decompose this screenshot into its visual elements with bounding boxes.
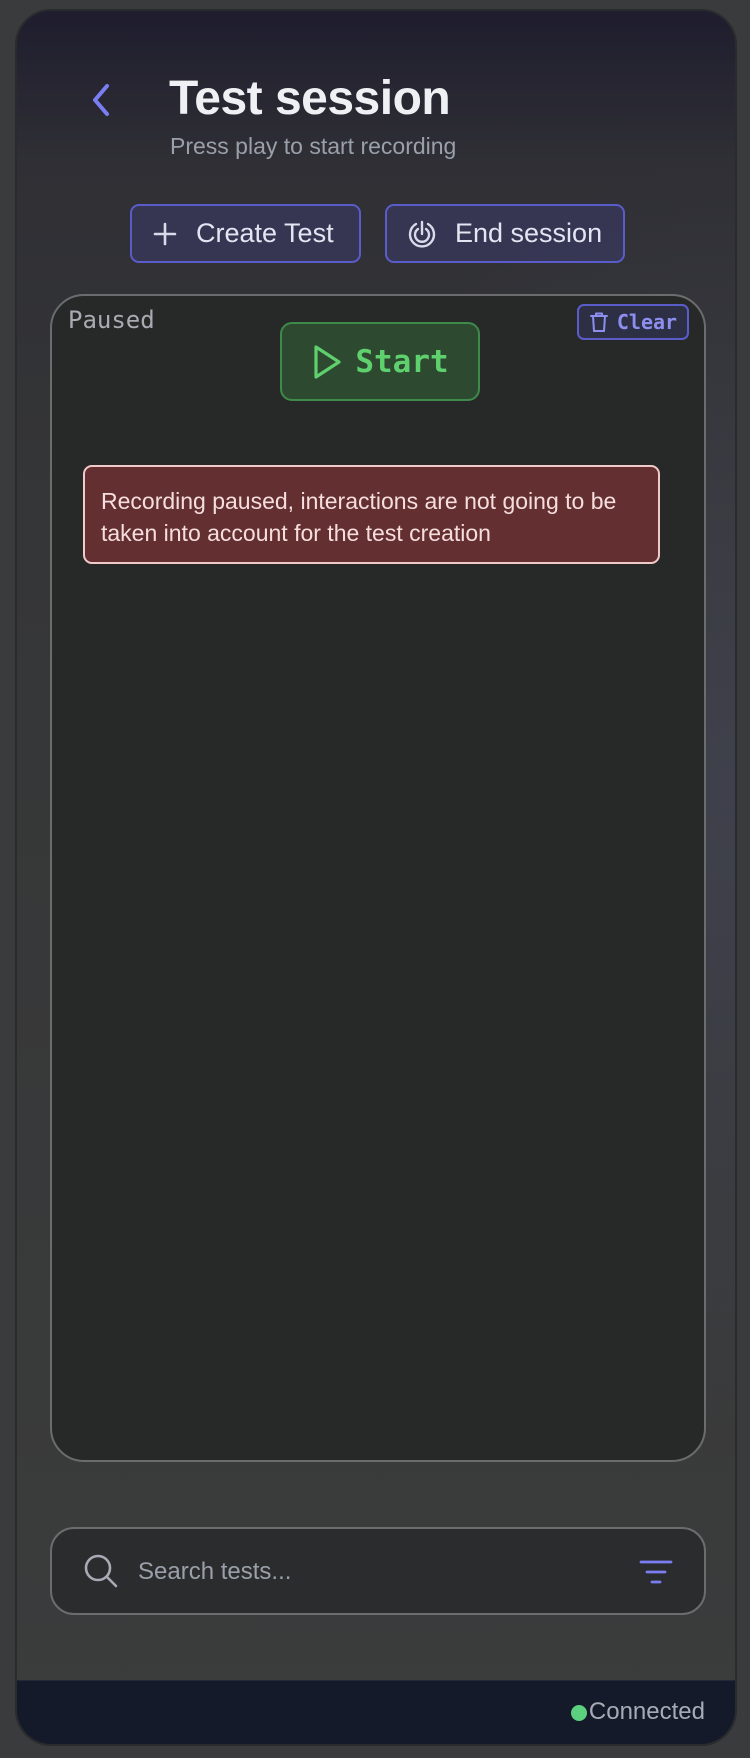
- chevron-left-icon: [93, 84, 109, 116]
- end-session-icon: [408, 220, 436, 248]
- search-icon: [84, 1554, 118, 1588]
- start-label: Start: [355, 343, 449, 380]
- clear-label: Clear: [616, 310, 678, 334]
- recording-area: Paused Clear Start Recording paused, int…: [50, 294, 706, 1462]
- clear-button[interactable]: Clear: [577, 304, 689, 340]
- paused-warning: Recording paused, interactions are not g…: [83, 465, 660, 564]
- search-bar: [50, 1527, 706, 1615]
- filter-icon: [639, 1560, 673, 1584]
- back-button[interactable]: [81, 73, 121, 127]
- search-input[interactable]: [138, 1549, 608, 1595]
- connection-indicator: [571, 1705, 587, 1721]
- start-button[interactable]: Start: [280, 322, 480, 401]
- status-bar: Connected: [17, 1680, 735, 1744]
- end-session-label: End session: [455, 218, 603, 248]
- filter-button[interactable]: [636, 1553, 676, 1591]
- recording-status: Paused: [68, 306, 155, 334]
- trash-icon: [589, 312, 608, 332]
- end-session-button[interactable]: End session: [385, 204, 625, 263]
- page-title: Test session: [169, 72, 451, 125]
- connection-status: Connected: [588, 1698, 705, 1725]
- test-session-panel: Test session Press play to start recordi…: [15, 9, 737, 1746]
- play-icon: [314, 344, 341, 379]
- create-test-button[interactable]: Create Test: [130, 204, 361, 263]
- page-subtitle: Press play to start recording: [170, 133, 457, 159]
- plus-icon: [153, 222, 177, 245]
- create-test-label: Create Test: [196, 218, 334, 248]
